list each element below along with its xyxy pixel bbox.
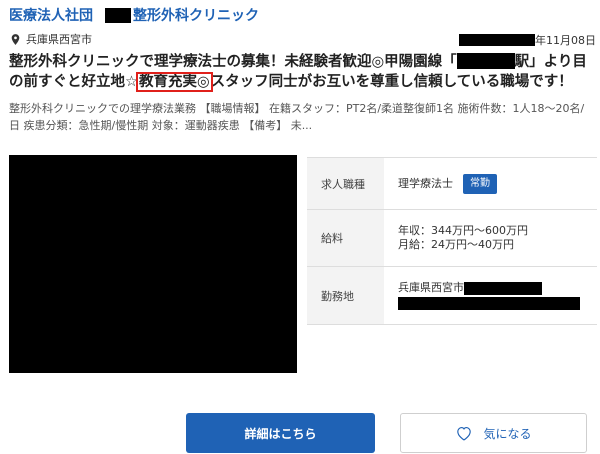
location: 兵庫県西宮市 (9, 31, 92, 47)
employment-type-badge: 常勤 (463, 173, 497, 194)
location-text: 兵庫県西宮市 (26, 33, 92, 46)
job-type-value: 理学療法士 (398, 176, 453, 190)
favorite-label: 気になる (483, 426, 532, 441)
posted-date: 年11月08日 (459, 32, 596, 48)
details-button[interactable]: 詳細はこちら (186, 413, 375, 453)
posted-date-text: 年11月08日 (535, 34, 596, 47)
info-row-workplace: 勤務地 兵庫県西宮市 (307, 267, 597, 325)
info-row-salary: 給料 年収：344万円〜600万円 月給：24万円〜40万円 (307, 210, 597, 267)
redacted-station-name (456, 53, 515, 69)
employer-suffix: 整形外科クリニック (133, 8, 259, 24)
job-type-label: 求人職種 (307, 158, 384, 209)
heart-outline-icon (457, 426, 472, 441)
title-part1: 整形外科クリニックで理学療法士の募集！未経験者歓迎◎甲陽園線「 (9, 54, 457, 70)
title-part3: スタッフ同士がお互いを尊重し信頼している職場です！ (210, 74, 573, 90)
redacted-year (459, 34, 535, 46)
job-summary: 整形外科クリニックでの理学療法業務 【職場情報】 在籍スタッフ：PT2名/柔道整… (9, 102, 585, 132)
job-photo (9, 155, 297, 373)
employer-prefix: 医療法人社団 (9, 8, 93, 24)
redacted-address-line1 (464, 281, 542, 295)
employer-name[interactable]: 医療法人社団 整形外科クリニック (9, 5, 259, 25)
salary-annual: 年収：344万円〜600万円 (398, 224, 528, 237)
workplace-label: 勤務地 (307, 267, 384, 324)
salary-label: 給料 (307, 210, 384, 266)
job-info-table: 求人職種 理学療法士 常勤 給料 年収：344万円〜600万円 月給：24万円〜… (307, 157, 597, 325)
job-title[interactable]: 整形外科クリニックで理学療法士の募集！未経験者歓迎◎甲陽園線「 駅」より目の前すぐ… (9, 52, 594, 92)
map-pin-icon (11, 33, 20, 45)
redacted-address-line2 (398, 297, 580, 310)
salary-monthly: 月給：24万円〜40万円 (398, 238, 514, 251)
redacted-employer-name (105, 7, 131, 23)
workplace-prefecture: 兵庫県西宮市 (398, 281, 464, 294)
title-highlight: 教育充実◎ (136, 72, 213, 92)
info-row-job-type: 求人職種 理学療法士 常勤 (307, 158, 597, 210)
favorite-button[interactable]: 気になる (400, 413, 587, 453)
